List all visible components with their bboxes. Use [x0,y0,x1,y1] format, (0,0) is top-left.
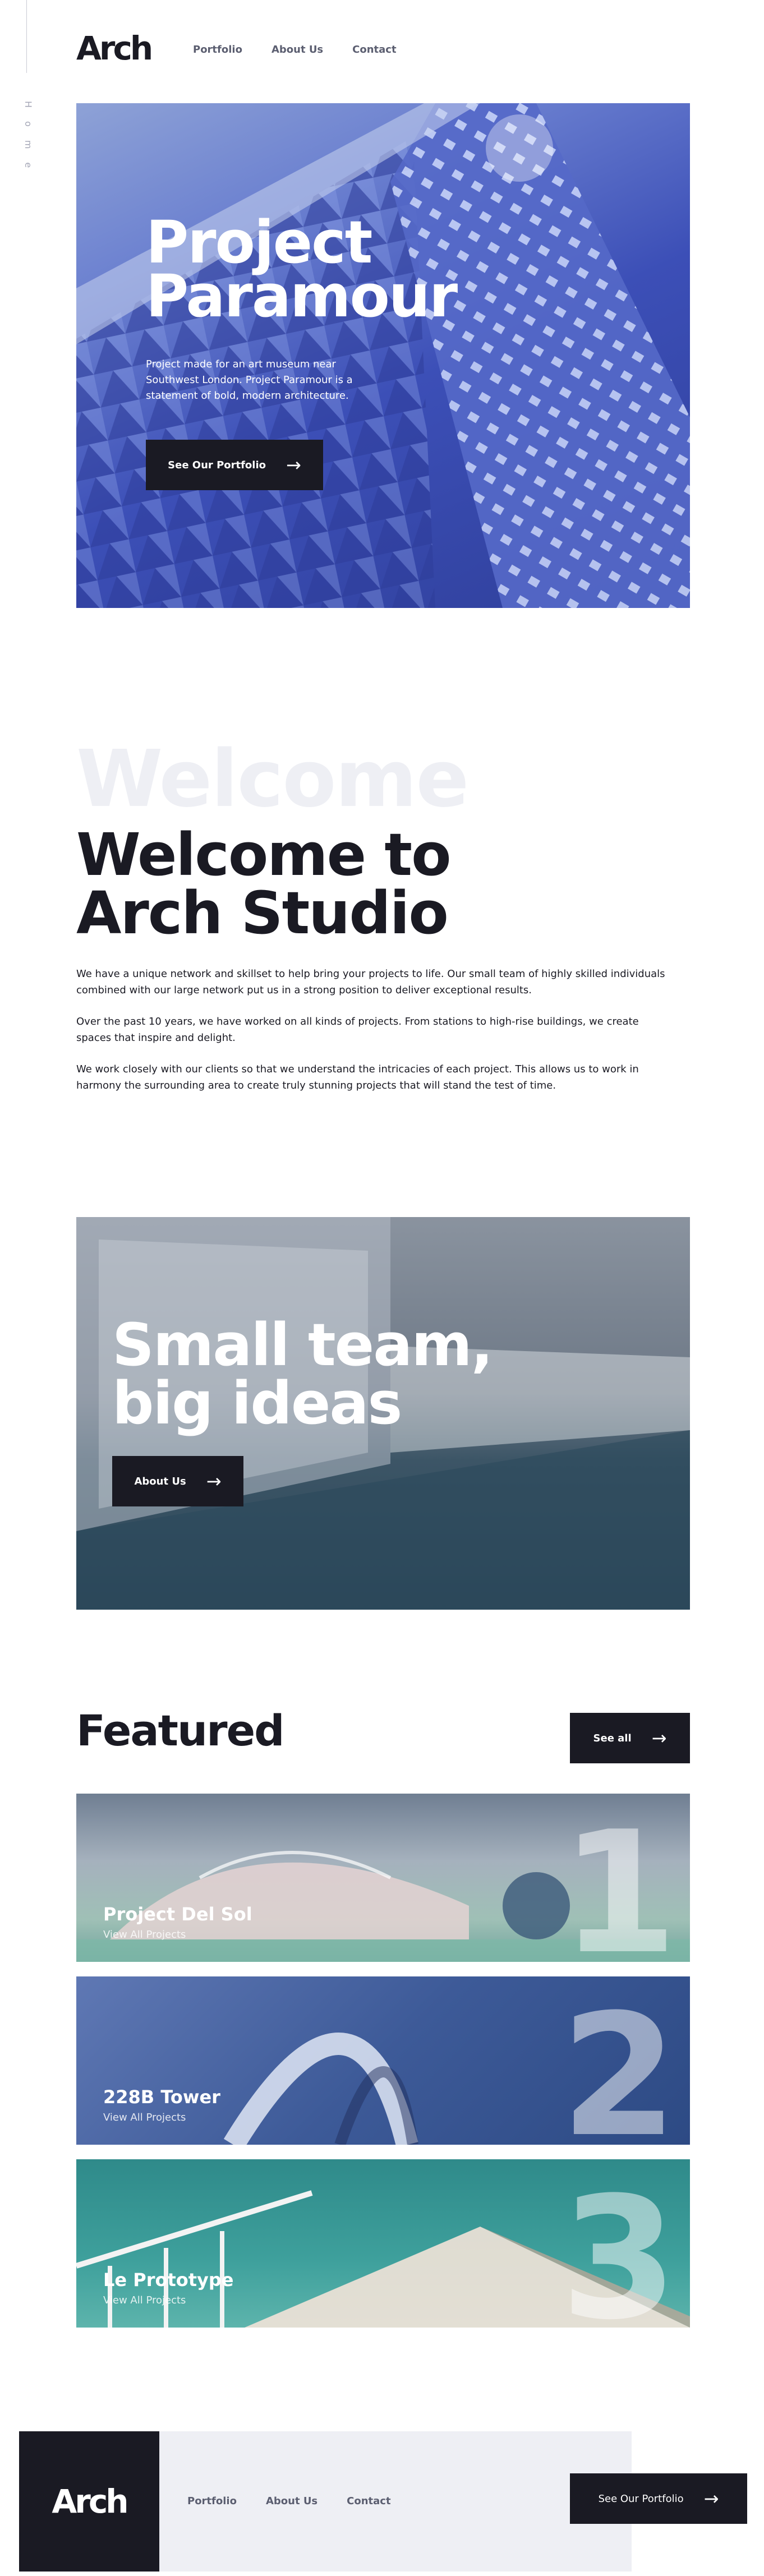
footer-see-portfolio-button-label: See Our Portfolio [598,2492,684,2505]
featured-card-number: 1 [560,1795,678,1962]
featured-card-link[interactable]: View All Projects [103,2112,186,2123]
footer-link-contact[interactable]: Contact [347,2495,390,2507]
footer-link-portfolio[interactable]: Portfolio [187,2495,237,2507]
welcome-body: We have a unique network and skillset to… [76,966,671,1109]
nav-link-portfolio[interactable]: Portfolio [193,44,242,56]
footer-logo-box: Arch [19,2431,159,2572]
featured-card-228b-tower[interactable]: 2 228B Tower View All Projects [76,1976,690,2145]
logo[interactable]: Arch [76,29,153,67]
about-us-button[interactable]: About Us → [112,1456,243,1506]
featured-card-number: 2 [560,1978,678,2145]
featured-title: Featured [76,1706,285,1755]
nav-link-about[interactable]: About Us [271,44,323,56]
featured-card-link[interactable]: View All Projects [103,1929,186,1941]
arrow-right-icon: → [286,454,301,476]
hero-description: Project made for an art museum near Sout… [146,358,353,402]
sidebar-page-label: Home [23,101,34,182]
team-title: Small team, big ideas [112,1311,493,1437]
featured-card-number: 3 [560,2161,678,2328]
footer-link-about[interactable]: About Us [266,2495,317,2507]
hero-content: Project Paramour Project made for an art… [146,208,460,404]
hero-banner: Project Paramour Project made for an art… [76,103,690,608]
featured-card-le-prototype[interactable]: 3 Le Prototype View All Projects [76,2159,690,2328]
featured-card-title: Le Prototype [103,2269,234,2291]
main-nav: Portfolio About Us Contact [193,44,397,56]
sidebar-divider [26,0,27,73]
footer-nav: Portfolio About Us Contact [187,2495,391,2507]
arrow-right-icon: → [206,1471,222,1492]
see-portfolio-button-label: See Our Portfolio [168,459,266,471]
featured-card-del-sol[interactable]: 1 Project Del Sol View All Projects [76,1794,690,1962]
see-all-button-label: See all [593,1732,632,1744]
arrow-right-icon: → [651,1727,667,1749]
footer-see-portfolio-button[interactable]: See Our Portfolio → [570,2473,747,2524]
featured-card-title: Project Del Sol [103,1904,252,1925]
welcome-paragraph: Over the past 10 years, we have worked o… [76,1016,639,1044]
team-banner: Small team, big ideas About Us → [76,1217,690,1610]
about-us-button-label: About Us [134,1475,186,1487]
welcome-paragraph: We have a unique network and skillset to… [76,968,665,996]
hero-title: Project Paramour [146,208,458,330]
footer-logo[interactable]: Arch [52,2482,128,2520]
welcome-title: Welcome to Arch Studio [76,821,452,947]
welcome-paragraph: We work closely with our clients so that… [76,1063,639,1091]
arrow-right-icon: → [703,2488,719,2509]
see-portfolio-button[interactable]: See Our Portfolio → [146,440,323,490]
welcome-ghost-heading: Welcome [76,734,469,825]
featured-card-link[interactable]: View All Projects [103,2294,186,2306]
featured-card-title: 228B Tower [103,2086,220,2108]
nav-link-contact[interactable]: Contact [352,44,396,56]
see-all-button[interactable]: See all → [570,1713,690,1763]
